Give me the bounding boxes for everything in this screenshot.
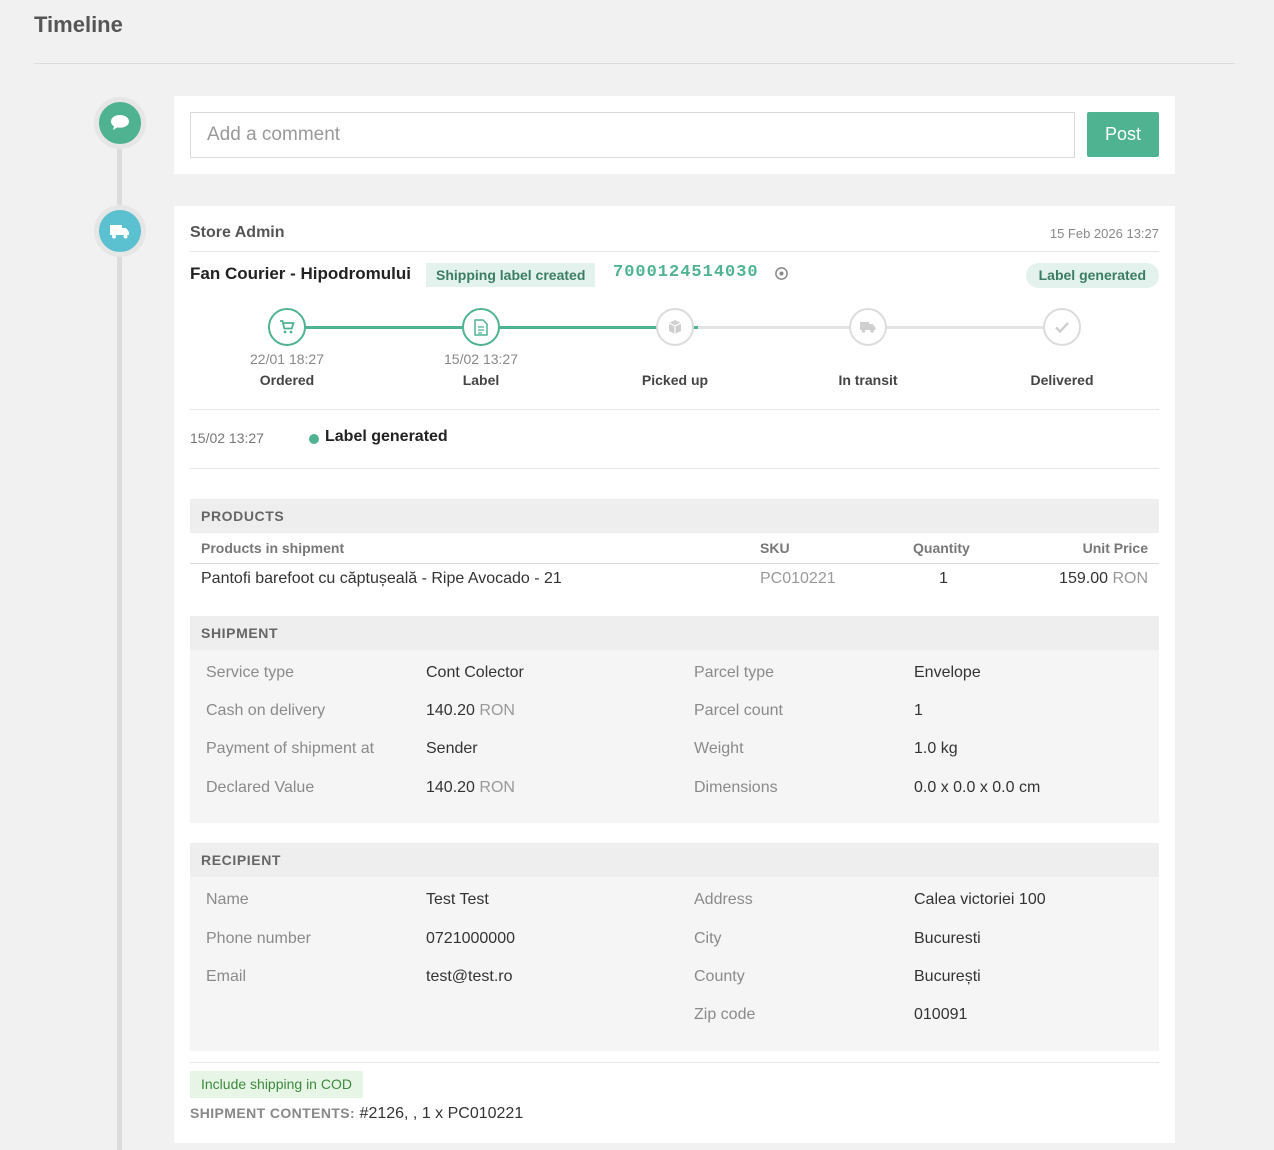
shipment-value: Sender (426, 740, 478, 758)
recipient-value: 0721000000 (426, 930, 515, 947)
step-label: Ordered (259, 372, 315, 388)
products-header-name: Products in shipment (201, 540, 345, 556)
product-sku: PC010221 (760, 570, 836, 587)
recipient-label: Phone number (206, 930, 311, 947)
header-divider (190, 251, 1159, 252)
shipment-value: 1 (914, 702, 923, 719)
shipment-value-text: 140.20 (426, 702, 475, 719)
status-tag: Shipping label created (426, 263, 596, 287)
shipment-card: Store Admin 15 Feb 2026 13:27 Fan Courie… (174, 206, 1175, 1143)
recipient-value: Bucuresti (914, 930, 981, 947)
product-quantity: 1 (939, 570, 948, 587)
step-ordered: 22/01 18:27 Ordered (217, 308, 357, 388)
product-price: 159.00 RON (1059, 570, 1148, 588)
divider (190, 468, 1159, 469)
recipient-details: Name Test Test Phone number 0721000000 E… (190, 877, 1159, 1051)
check-icon (1043, 308, 1081, 346)
shipment-label: Payment of shipment at (206, 740, 375, 757)
truck-icon (849, 308, 887, 346)
tracking-number[interactable]: 7000124514030 (613, 263, 759, 282)
state-pill: Label generated (1025, 263, 1159, 288)
event-text: Label generated (325, 428, 448, 445)
comment-input[interactable] (190, 112, 1075, 158)
shipment-label: Parcel type (694, 664, 775, 681)
timeline-line (117, 120, 122, 1150)
step-delivered: Delivered (992, 308, 1132, 388)
shipment-value-unit: RON (479, 702, 515, 719)
step-label: Picked up (641, 372, 709, 388)
recipient-label: County (694, 968, 745, 985)
step-date (992, 351, 1132, 369)
truck-timeline-icon (94, 205, 146, 257)
shipment-label: Service type (206, 664, 295, 681)
product-price-currency: RON (1112, 570, 1148, 587)
recipient-value: Calea victoriei 100 (914, 891, 1046, 908)
products-header-divider (190, 563, 1159, 564)
step-date: 15/02 13:27 (444, 351, 518, 367)
shipment-value-text: Sender (426, 740, 478, 757)
shipment-contents-value: #2126, , 1 x PC010221 (359, 1105, 524, 1122)
recipient-value: București (914, 968, 981, 985)
step-picked-up: Picked up (605, 308, 745, 388)
shipment-label: Declared Value (206, 779, 315, 796)
recipient-value: test@test.ro (426, 968, 513, 985)
shipment-label: Cash on delivery (206, 702, 326, 719)
shipment-details: Service type Cont Colector Cash on deliv… (190, 650, 1159, 823)
shipment-value: Cont Colector (426, 664, 524, 682)
shipment-value: Envelope (914, 664, 981, 681)
cart-icon (268, 308, 306, 346)
product-price-value: 159.00 (1059, 570, 1108, 587)
products-section-title: PRODUCTS (190, 499, 1159, 533)
shipment-value: 140.20 RON (426, 779, 515, 797)
step-label: Delivered (1030, 372, 1094, 388)
recipient-label: Name (206, 891, 249, 908)
step-in-transit: In transit (798, 308, 938, 388)
shipment-value: 1.0 kg (914, 740, 958, 757)
recipient-value: Test Test (426, 891, 489, 908)
event-time: 15/02 13:27 (190, 430, 264, 446)
products-header-sku: SKU (760, 540, 790, 556)
box-icon (656, 308, 694, 346)
event-status-dot (309, 434, 319, 444)
shipment-label: Parcel count (694, 702, 783, 719)
shipment-contents-label: SHIPMENT CONTENTS: (190, 1105, 356, 1121)
step-date (798, 351, 938, 369)
shipment-contents: SHIPMENT CONTENTS: #2126, , 1 x PC010221 (190, 1105, 523, 1123)
recipient-label: Zip code (694, 1006, 756, 1023)
recipient-value: 010091 (914, 1006, 968, 1023)
title-divider (34, 63, 1235, 64)
post-button[interactable]: Post (1087, 112, 1159, 157)
shipment-label: Dimensions (694, 779, 778, 796)
step-label-created: 15/02 13:27 Label (411, 308, 551, 388)
shipment-value-text: 140.20 (426, 779, 475, 796)
recipient-label: Email (206, 968, 247, 985)
shipment-value: 140.20 RON (426, 702, 515, 720)
shipment-value-unit: RON (479, 779, 515, 796)
shipment-section-title: SHIPMENT (190, 616, 1159, 650)
step-label: Label (462, 372, 500, 388)
entry-datetime: 15 Feb 2026 13:27 (1049, 226, 1159, 241)
products-header-quantity: Quantity (913, 540, 970, 556)
step-label: In transit (838, 372, 898, 388)
courier-name: Fan Courier - Hipodromului (190, 264, 411, 283)
recipient-label: Address (694, 891, 753, 908)
recipient-label: City (694, 930, 722, 947)
shipment-label: Weight (694, 740, 744, 757)
track-target-icon[interactable] (774, 266, 789, 281)
comment-card: Post (174, 96, 1175, 174)
cod-badge: Include shipping in COD (190, 1071, 363, 1098)
entry-author: Store Admin (190, 224, 285, 241)
shipment-value-text: Cont Colector (426, 664, 524, 681)
comment-bubble-icon (94, 97, 146, 149)
document-icon (462, 308, 500, 346)
step-date: 22/01 18:27 (250, 351, 324, 367)
divider (190, 1062, 1159, 1063)
page-title: Timeline (34, 12, 123, 37)
recipient-section-title: RECIPIENT (190, 843, 1159, 877)
products-header-unit-price: Unit Price (1082, 540, 1148, 556)
step-date (605, 351, 745, 369)
product-name: Pantofi barefoot cu căptușeală - Ripe Av… (201, 570, 562, 587)
divider (190, 409, 1159, 410)
shipment-value: 0.0 x 0.0 x 0.0 cm (914, 779, 1041, 796)
